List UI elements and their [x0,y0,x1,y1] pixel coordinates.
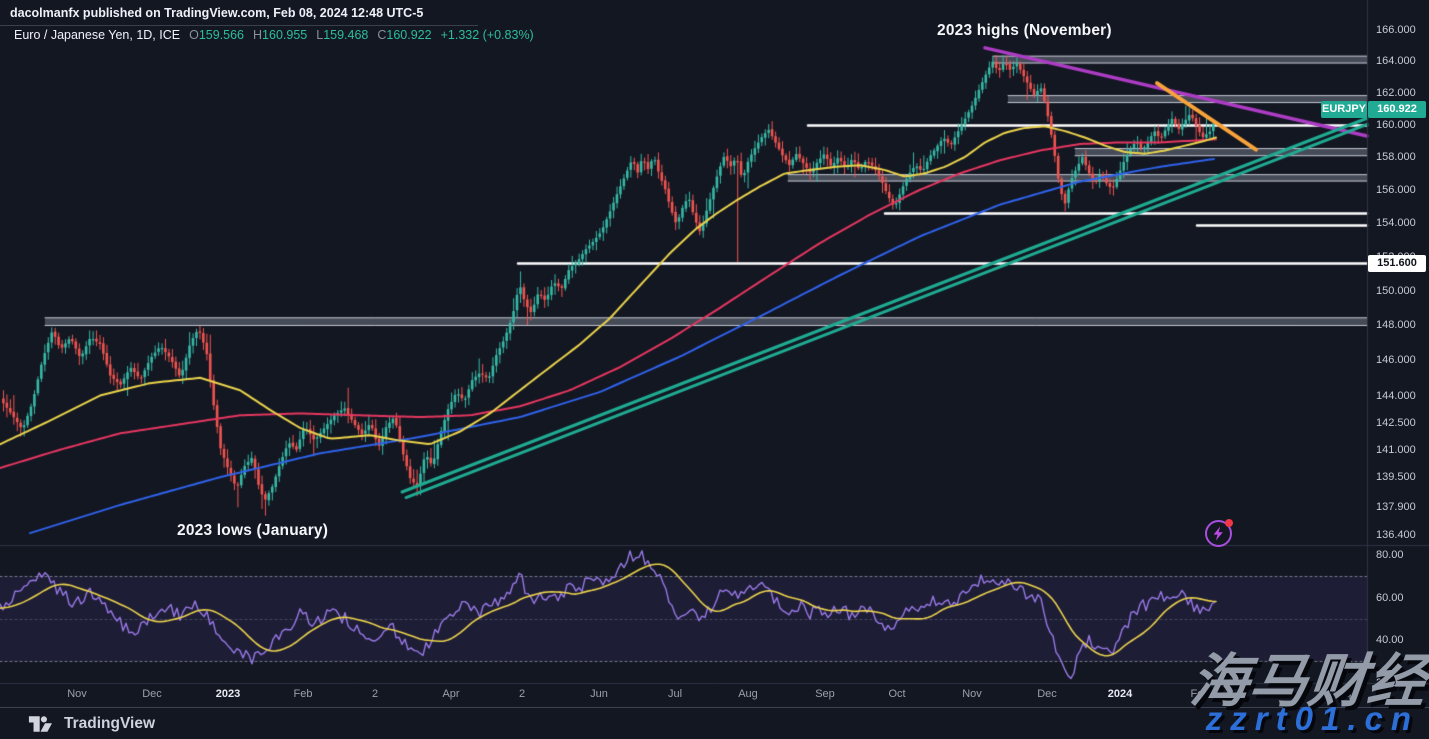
time-tick-label: Feb [294,688,313,700]
price-tick-label: 156.000 [1376,184,1416,196]
tradingview-logo-icon[interactable] [28,714,56,734]
price-tick-label: 160.000 [1376,119,1416,131]
time-tick-label: Apr [442,688,459,700]
tradingview-snapshot: dacolmanfx published on TradingView.com,… [0,0,1429,739]
time-tick-label: 2023 [216,688,240,700]
chart-canvas[interactable] [0,0,1429,739]
price-tick-label: 137.900 [1376,501,1416,513]
level-price-label: 151.600 [1368,255,1426,272]
price-tick-label: 139.500 [1376,471,1416,483]
ohlc-close: C160.922 [377,28,431,42]
price-tick-label: 158.000 [1376,151,1416,163]
time-tick-label: Dec [1037,688,1057,700]
time-tick-label: Nov [67,688,87,700]
time-axis[interactable]: Nov Dec 2023 Feb 2 Apr 2 Jun Jul Aug Sep Oct Nov Dec 2… [0,684,1368,706]
time-tick-label: Oct [888,688,905,700]
symbol-price-tag: EURJPY [1321,101,1367,118]
time-tick-label: Sep [815,688,835,700]
time-tick-label: Dec [142,688,162,700]
time-tick-label: Jun [590,688,608,700]
price-tick-label: 148.000 [1376,319,1416,331]
annotation-2023-lows: 2023 lows (January) [177,522,328,540]
watermark-url: zzrt01.cn [1206,700,1419,738]
last-price-label: 160.922 [1368,101,1426,118]
time-tick-label: Nov [962,688,982,700]
rsi-tick-label: 60.00 [1376,592,1404,604]
published-byline: dacolmanfx published on TradingView.com,… [0,0,478,26]
ohlc-change: +1.332 (+0.83%) [441,28,534,42]
flash-reaction-icon[interactable] [1205,520,1232,547]
ohlc-high: H160.955 [253,28,307,42]
tradingview-logo-text[interactable]: TradingView [64,715,155,733]
notification-dot [1225,519,1233,527]
price-tick-label: 164.000 [1376,55,1416,67]
price-tick-label: 144.000 [1376,390,1416,402]
price-tick-label: 146.000 [1376,354,1416,366]
symbol-title: Euro / Japanese Yen, 1D, ICE [14,28,180,42]
lightning-bolt-icon [1212,526,1225,541]
price-tick-label: 150.000 [1376,285,1416,297]
price-tick-label: 142.500 [1376,417,1416,429]
time-tick-label: 2024 [1108,688,1132,700]
price-tick-label: 141.000 [1376,444,1416,456]
ohlc-low: L159.468 [316,28,368,42]
price-tick-label: 162.000 [1376,87,1416,99]
ohlc-open: O159.566 [189,28,244,42]
annotation-2023-highs: 2023 highs (November) [937,22,1112,40]
time-tick-label: Jul [668,688,682,700]
rsi-tick-label: 80.00 [1376,549,1404,561]
price-tick-label: 136.400 [1376,529,1416,541]
time-tick-label: Aug [738,688,758,700]
time-tick-label: 2 [372,688,378,700]
price-tick-label: 166.000 [1376,24,1416,36]
price-tick-label: 154.000 [1376,217,1416,229]
time-tick-label: 2 [519,688,525,700]
symbol-legend[interactable]: Euro / Japanese Yen, 1D, ICE O159.566 H1… [14,28,534,42]
